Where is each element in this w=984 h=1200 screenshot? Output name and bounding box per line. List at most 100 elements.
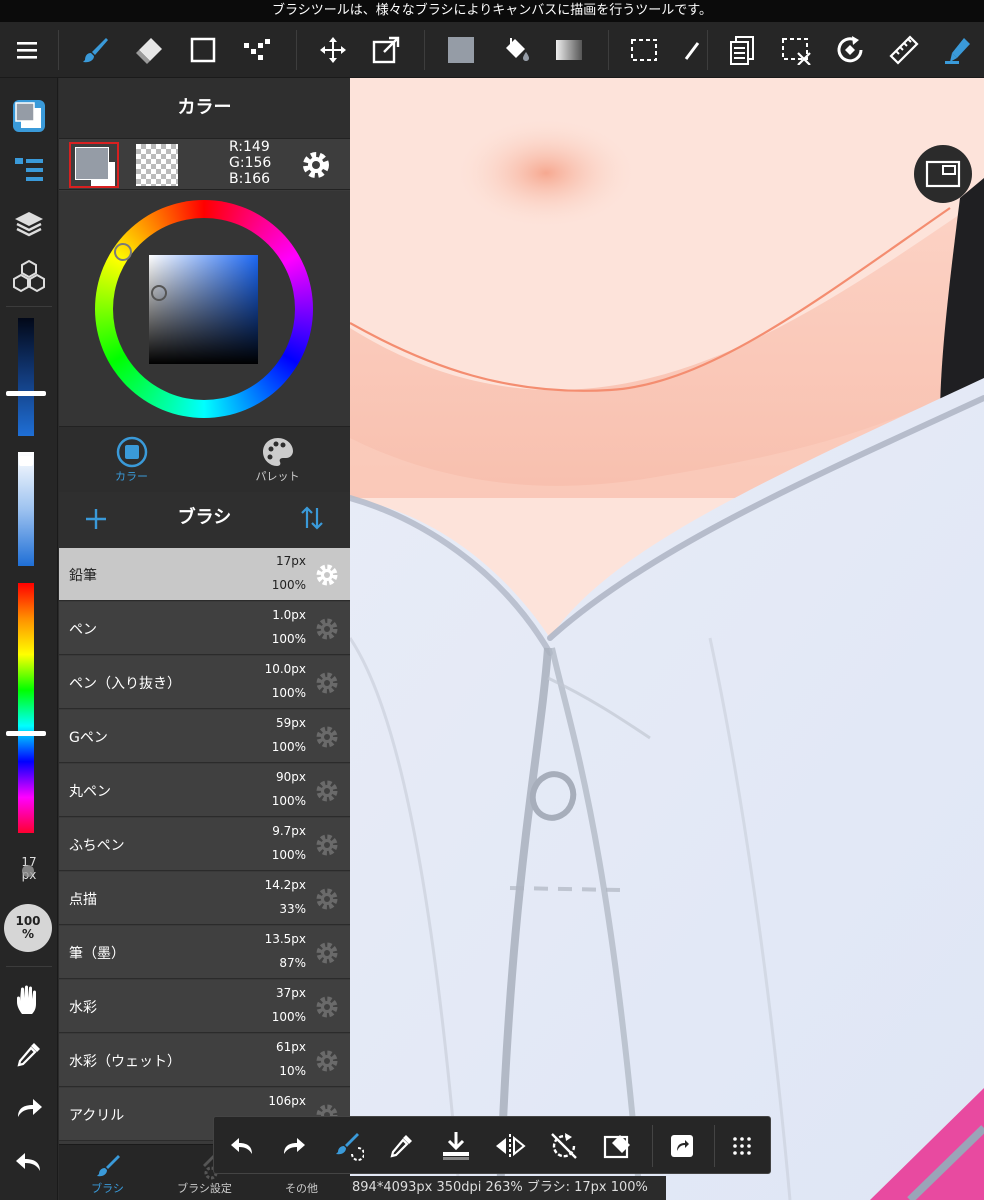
canvas-view-toggle-icon[interactable] xyxy=(914,145,972,203)
saturation-slider[interactable] xyxy=(18,452,34,566)
brush-list: 鉛筆 17px 100% ペン 1.0px 100% ペン（入り抜き） 10.0… xyxy=(59,548,350,1144)
brush-row-6[interactable]: 点描 14.2px 33% xyxy=(59,872,350,925)
brush-size: 13.5px xyxy=(264,932,306,946)
quick-eyedropper-icon[interactable] xyxy=(380,1124,424,1168)
copy-icon[interactable] xyxy=(720,28,764,72)
move-icon[interactable] xyxy=(311,28,355,72)
brush-panel-header: ブラシ xyxy=(59,492,350,548)
brush-size: 106px xyxy=(268,1094,306,1108)
color-sub-tabs: カラー パレット xyxy=(59,426,350,492)
brush-settings-gear-icon[interactable] xyxy=(314,994,340,1020)
gradient-icon[interactable] xyxy=(547,28,591,72)
share-icon[interactable] xyxy=(660,1124,704,1168)
brush-settings-gear-icon[interactable] xyxy=(314,1048,340,1074)
brush-row-8[interactable]: 水彩 37px 100% xyxy=(59,980,350,1033)
brush-row-1[interactable]: ペン 1.0px 100% xyxy=(59,602,350,655)
brightness-slider-handle[interactable] xyxy=(6,391,46,396)
brush-row-0[interactable]: 鉛筆 17px 100% xyxy=(59,548,350,601)
brush-row-3[interactable]: Gペン 59px 100% xyxy=(59,710,350,763)
deselect-icon[interactable] xyxy=(774,28,818,72)
color-tab-icon xyxy=(116,436,147,468)
brush-settings-gear-icon[interactable] xyxy=(314,670,340,696)
pen-icon[interactable] xyxy=(936,28,980,72)
brush-settings-gear-icon[interactable] xyxy=(314,616,340,642)
brush-settings-gear-icon[interactable] xyxy=(314,940,340,966)
sort-brush-icon[interactable] xyxy=(299,504,325,532)
brush-row-9[interactable]: 水彩（ウェット） 61px 10% xyxy=(59,1034,350,1087)
brush-opacity: 87% xyxy=(279,956,306,970)
hue-cursor[interactable] xyxy=(114,243,132,261)
eraser-icon[interactable] xyxy=(127,28,171,72)
ruler-icon[interactable] xyxy=(882,28,926,72)
layers-icon[interactable] xyxy=(7,202,51,246)
brush-settings-gear-icon[interactable] xyxy=(314,724,340,750)
brush-name: 丸ペン xyxy=(69,784,111,800)
tab-brush-settings-label: ブラシ設定 xyxy=(177,1182,232,1195)
brush-row-7[interactable]: 筆（墨） 13.5px 87% xyxy=(59,926,350,979)
tab-color[interactable]: カラー xyxy=(59,427,204,493)
hand-icon[interactable] xyxy=(7,978,51,1022)
redo-button-icon[interactable] xyxy=(272,1124,316,1168)
menu-icon[interactable] xyxy=(5,28,49,72)
bucket-icon[interactable] xyxy=(493,28,537,72)
brush-opacity: 100% xyxy=(271,740,306,754)
more-grid-icon[interactable] xyxy=(720,1124,764,1168)
quick-brush-icon[interactable] xyxy=(326,1124,370,1168)
rectangle-icon[interactable] xyxy=(181,28,225,72)
brush-list-icon[interactable] xyxy=(7,148,51,192)
palette-icon xyxy=(262,438,293,466)
brush-opacity: 100% xyxy=(271,1010,306,1024)
tab-brush[interactable]: ブラシ xyxy=(59,1145,156,1200)
rgb-b-value: B:166 xyxy=(229,171,271,187)
save-download-icon[interactable] xyxy=(434,1124,478,1168)
foreground-color-swatch[interactable] xyxy=(69,142,119,188)
opacity-indicator[interactable]: 100 % xyxy=(4,904,52,952)
tab-palette[interactable]: パレット xyxy=(205,427,350,493)
saturation-slider-handle[interactable] xyxy=(19,456,33,466)
brush-opacity: 10% xyxy=(279,1064,306,1078)
brush-opacity: 100% xyxy=(271,686,306,700)
brush-settings-gear-icon[interactable] xyxy=(314,778,340,804)
brush-name: 鉛筆 xyxy=(69,568,97,584)
brush-size: 1.0px xyxy=(272,608,306,622)
materials-icon[interactable] xyxy=(7,254,51,298)
rotate-icon[interactable] xyxy=(828,28,872,72)
clear-layer-icon[interactable] xyxy=(596,1124,640,1168)
undo-icon[interactable] xyxy=(7,1140,51,1184)
add-brush-icon[interactable] xyxy=(83,506,109,532)
hue-slider-handle[interactable] xyxy=(6,731,46,736)
color-panel-title: カラー xyxy=(59,78,350,138)
fill-swatch-icon[interactable] xyxy=(439,28,483,72)
canvas-artwork xyxy=(350,78,984,1200)
color-toggle-icon[interactable] xyxy=(7,94,51,138)
magic-wand-icon[interactable] xyxy=(676,28,706,72)
dot-tool-icon[interactable] xyxy=(235,28,279,72)
brush-settings-gear-icon[interactable] xyxy=(314,832,340,858)
transform-icon[interactable] xyxy=(364,28,408,72)
redo-icon[interactable] xyxy=(7,1086,51,1130)
brush-size: 9.7px xyxy=(272,824,306,838)
eyedropper-icon[interactable] xyxy=(7,1032,51,1076)
brightness-slider[interactable] xyxy=(6,318,46,436)
brush-row-2[interactable]: ペン（入り抜き） 10.0px 100% xyxy=(59,656,350,709)
brush-settings-gear-icon[interactable] xyxy=(314,886,340,912)
color-settings-gear-icon[interactable] xyxy=(299,148,333,182)
flip-horizontal-icon[interactable] xyxy=(488,1124,532,1168)
brush-settings-gear-icon[interactable] xyxy=(314,562,340,588)
opacity-unit: % xyxy=(21,927,35,941)
sv-cursor[interactable] xyxy=(151,285,167,301)
transparent-color-swatch[interactable] xyxy=(136,144,178,186)
brush-name: 水彩（ウェット） xyxy=(69,1054,181,1070)
brush-name: ペン（入り抜き） xyxy=(69,676,181,692)
reset-rotation-icon[interactable] xyxy=(542,1124,586,1168)
rgb-g-value: G:156 xyxy=(229,155,272,171)
brush-row-5[interactable]: ふちペン 9.7px 100% xyxy=(59,818,350,871)
brush-name: Gペン xyxy=(69,730,108,746)
undo-button-icon[interactable] xyxy=(220,1124,264,1168)
brush-icon[interactable] xyxy=(73,28,117,72)
hue-slider[interactable] xyxy=(6,583,46,833)
saturation-value-square[interactable] xyxy=(149,255,258,364)
selection-icon[interactable] xyxy=(622,28,666,72)
drawing-canvas[interactable] xyxy=(350,78,984,1200)
brush-row-4[interactable]: 丸ペン 90px 100% xyxy=(59,764,350,817)
